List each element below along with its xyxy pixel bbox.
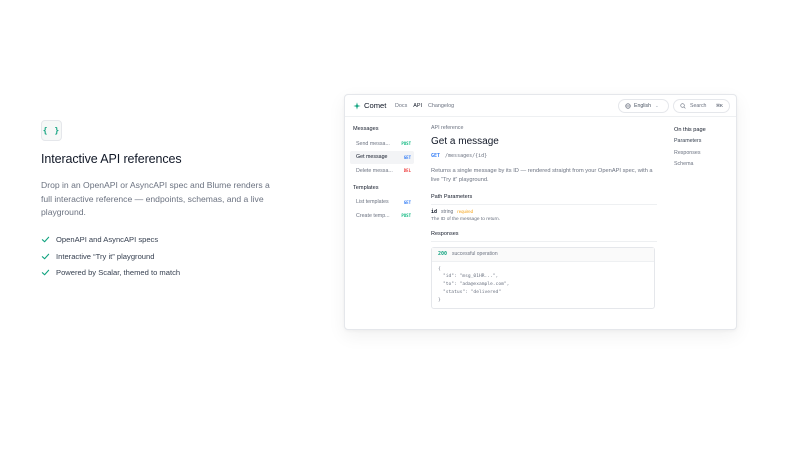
nav-changelog[interactable]: Changelog — [428, 103, 454, 109]
search-shortcut: ⌘K — [715, 103, 723, 108]
feature-description: Drop in an OpenAPI or AsyncAPI spec and … — [41, 180, 270, 217]
sidebar-item-get-message[interactable]: Get message GET — [350, 150, 414, 164]
sidebar-item-send-message[interactable]: Send messa... POST — [350, 137, 414, 151]
param-description: The ID of the message to return. — [431, 216, 501, 222]
page-title: Get a message — [431, 136, 499, 147]
param-required: required — [457, 208, 474, 214]
chevron-down-icon: ⌄ — [655, 103, 659, 108]
feature-checklist: OpenAPI and AsyncAPI specs Interactive “… — [41, 232, 291, 282]
method-badge: DEL — [403, 168, 411, 174]
feature-block: { } Interactive API references Drop in a… — [41, 120, 291, 281]
brand-logo[interactable]: Comet — [353, 101, 386, 110]
sidebar: Messages Send messa... POST Get message … — [350, 126, 414, 223]
search-input[interactable]: Search ⌘K — [673, 99, 730, 113]
method-badge: POST — [401, 141, 411, 147]
endpoint-description: Returns a single message by its ID — ren… — [431, 168, 653, 184]
checklist-item: Interactive “Try it” playground — [41, 248, 291, 265]
breadcrumb[interactable]: API reference — [431, 125, 657, 131]
checklist-item: OpenAPI and AsyncAPI specs — [41, 232, 291, 249]
top-bar: Comet Docs API Changelog English ⌄ Searc… — [345, 95, 736, 117]
param-type: string — [441, 208, 454, 215]
method-badge: POST — [401, 213, 411, 219]
json-line: } — [438, 297, 441, 303]
sidebar-section-title: Templates — [353, 184, 379, 191]
responses-heading: Responses — [431, 231, 657, 242]
json-line: { — [438, 266, 441, 272]
response-card: 200 successful operation { "id": "msg_01… — [431, 246, 655, 309]
check-icon — [41, 269, 50, 276]
main-content: API reference Get a message GET /message… — [431, 125, 657, 309]
sidebar-item-delete-message[interactable]: Delete messa... DEL — [350, 164, 414, 178]
language-select[interactable]: English ⌄ — [618, 99, 669, 113]
param-name: id — [431, 208, 438, 215]
checklist-label: OpenAPI and AsyncAPI specs — [56, 235, 159, 245]
json-line: "id": "msg_01HR...", — [443, 274, 499, 280]
sidebar-item-label: Delete messa... — [356, 167, 393, 174]
response-header[interactable]: 200 successful operation — [432, 247, 654, 262]
sidebar-item-create-template[interactable]: Create temp... POST — [350, 209, 414, 223]
search-icon — [680, 103, 686, 109]
brand-name: Comet — [364, 101, 387, 110]
docs-window: Comet Docs API Changelog English ⌄ Searc… — [344, 94, 737, 330]
sidebar-item-label: List templates — [356, 199, 389, 206]
sidebar-item-label: Create temp... — [356, 212, 390, 219]
sidebar-item-label: Send messa... — [356, 140, 390, 147]
nav-docs[interactable]: Docs — [395, 103, 407, 109]
nav-api[interactable]: API — [413, 103, 422, 109]
checklist-label: Powered by Scalar, themed to match — [56, 268, 181, 278]
sidebar-section-title: Messages — [353, 126, 379, 132]
feature-title: Interactive API references — [41, 152, 182, 166]
toc-item-responses[interactable]: Responses — [674, 150, 734, 162]
table-of-contents: On this page Parameters Responses Schema — [674, 127, 734, 173]
endpoint-path: /messages/{id} — [445, 153, 488, 159]
status-description: successful operation — [452, 251, 498, 258]
checklist-label: Interactive “Try it” playground — [56, 251, 155, 261]
json-line: "to": "ada@example.com", — [443, 282, 510, 288]
globe-icon — [625, 103, 631, 109]
toc-title: On this page — [674, 127, 706, 133]
sidebar-item-label: Get message — [356, 154, 388, 161]
method-badge: GET — [403, 199, 411, 205]
http-method: GET — [431, 153, 441, 159]
parameter-row: id string required — [431, 209, 657, 215]
sidebar-item-list-templates[interactable]: List templates GET — [350, 196, 414, 210]
checklist-item: Powered by Scalar, themed to match — [41, 265, 291, 282]
toc-item-schema[interactable]: Schema — [674, 161, 734, 173]
check-icon — [41, 236, 50, 243]
json-line: "status": "delivered" — [443, 289, 502, 295]
path-parameters-heading: Path Parameters — [431, 194, 657, 205]
check-icon — [41, 253, 50, 260]
sparkle-icon — [353, 101, 361, 110]
status-code: 200 — [438, 251, 448, 258]
top-nav: Docs API Changelog — [395, 103, 454, 109]
language-label: English — [634, 103, 652, 109]
response-json: { "id": "msg_01HR...", "to": "ada@exampl… — [432, 262, 654, 308]
toc-item-parameters[interactable]: Parameters — [674, 138, 734, 150]
method-badge: GET — [403, 154, 411, 160]
endpoint-line: GET /messages/{id} — [431, 153, 657, 159]
code-braces-icon: { } — [41, 120, 62, 141]
search-placeholder: Search — [690, 103, 707, 109]
